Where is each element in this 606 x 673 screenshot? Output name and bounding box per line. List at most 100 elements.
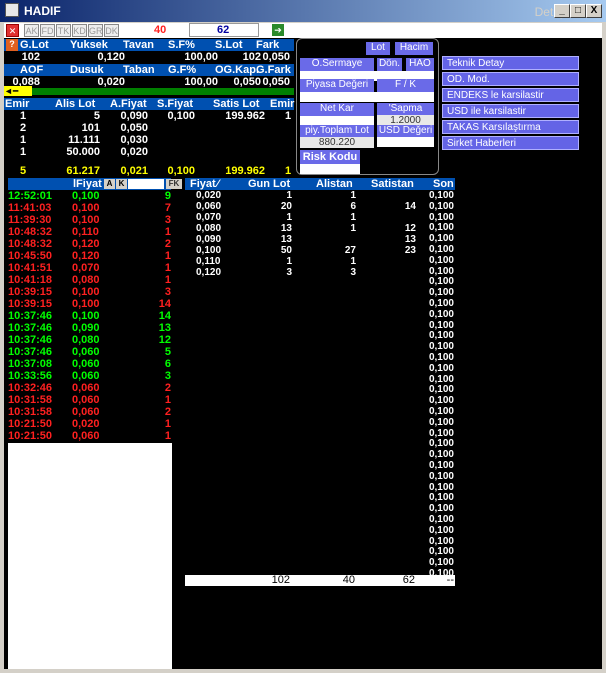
son-value: 0,100 (428, 373, 454, 385)
sort-k-button[interactable]: K (116, 179, 127, 189)
trade-row[interactable]: 10:31:58 0,060 1 (8, 394, 172, 406)
net-kar-button[interactable]: Net Kar (300, 103, 374, 116)
trade-row[interactable]: 10:32:46 0,060 2 (8, 382, 172, 394)
toolbar-tab-1[interactable]: FD (40, 24, 55, 37)
trade-row[interactable]: 12:52:01 0,100 9 (8, 190, 172, 202)
trade-time: 10:37:46 (8, 346, 53, 358)
sort-a-button[interactable]: A (104, 179, 115, 189)
son-value: 0,100 (428, 460, 454, 471)
risk-kodu-button[interactable]: Risk Kodu (300, 150, 360, 164)
fk-ratio-button[interactable]: F / K (377, 79, 434, 92)
trade-row[interactable]: 10:37:46 0,080 12 (8, 334, 172, 346)
trade-time: 11:41:03 (8, 202, 52, 214)
quote1-value-4: 102 (242, 51, 261, 63)
trade-price: 0,060 (72, 394, 100, 406)
dist-cell: 0,020 (196, 190, 222, 201)
toolbar-tab-0[interactable]: AK (24, 24, 39, 37)
arrow-left-icon[interactable]: ◄━ (4, 86, 32, 96)
dist-cell: 23 (404, 245, 416, 256)
dist-cell: 13 (404, 234, 416, 245)
close-icon[interactable]: ✕ (6, 24, 19, 37)
quote2-header-0: AOF (20, 64, 44, 76)
fk-button[interactable]: FK (166, 179, 182, 189)
trade-row[interactable]: 10:31:58 0,060 2 (8, 406, 172, 418)
piy-toplam-value: 880.220 (300, 137, 374, 148)
trade-lot: 1 (164, 430, 171, 442)
trade-lot: 14 (158, 310, 171, 322)
link-2[interactable]: ENDEKS le karsilastir (442, 88, 579, 102)
son-value: 0,100 (428, 362, 454, 374)
link-3[interactable]: USD ile karsilastir (442, 104, 579, 118)
trade-row[interactable]: 10:21:50 0,060 1 (8, 430, 172, 442)
trade-row[interactable]: 10:37:46 0,100 14 (8, 310, 172, 322)
arrow-right-icon[interactable]: ➔ (272, 24, 284, 36)
trade-row[interactable]: 11:41:03 0,100 7 (8, 202, 172, 214)
dist-header-3: Satistan (371, 178, 414, 190)
quote2-value-5: 0,050 (262, 76, 290, 88)
son-value: 0,100 (428, 481, 454, 493)
trade-price: 0,060 (72, 358, 100, 370)
link-5[interactable]: Sirket Haberleri (442, 136, 579, 150)
don-button[interactable]: Dön. (377, 58, 402, 71)
son-value: 0,100 (428, 244, 454, 255)
depth-header-2: A.Fiyat (110, 98, 147, 110)
dist-header-1: Gun Lot (248, 178, 291, 190)
hacim-button[interactable]: Hacim (395, 42, 433, 55)
link-4[interactable]: TAKAS Karsılaştırma (442, 120, 579, 134)
son-value: 0,100 (428, 352, 454, 363)
trade-row[interactable]: 10:39:15 0,100 3 (8, 286, 172, 298)
trade-row[interactable]: 10:33:56 0,060 3 (8, 370, 172, 382)
minimize-button[interactable]: _ (554, 4, 570, 18)
hao-button[interactable]: HAO (406, 58, 434, 71)
trade-row[interactable]: 10:37:08 0,060 6 (8, 358, 172, 370)
close-button[interactable]: X (586, 4, 602, 18)
son-value: 0,100 (428, 524, 454, 536)
trade-row[interactable]: 10:21:50 0,020 1 (8, 418, 172, 430)
toolbar-tab-4[interactable]: GR (88, 24, 103, 37)
depth-cell: 11.111 (68, 134, 100, 146)
lot-button[interactable]: Lot (366, 42, 390, 55)
dist-total-2: 62 (402, 574, 415, 586)
dist-cell: 3 (286, 267, 292, 278)
trade-row[interactable]: 10:41:18 0,080 1 (8, 274, 172, 286)
trade-lot: 3 (164, 286, 171, 298)
son-value: 0,100 (428, 211, 454, 223)
toolbar-tab-2[interactable]: TK (56, 24, 71, 37)
depth-header-0: Emir (5, 98, 30, 110)
trade-row[interactable]: 10:48:32 0,110 1 (8, 226, 172, 238)
link-0[interactable]: Teknik Detay (442, 56, 579, 70)
depth-cell (160, 146, 195, 158)
progress-strip: ◄━ (4, 86, 294, 96)
sort-icon[interactable]: ⁄ (217, 178, 219, 190)
quote1-value-1: 0,120 (97, 51, 125, 63)
trades-filter-input[interactable] (128, 179, 164, 189)
dist-header-0: Fiyat (190, 178, 216, 190)
trade-row[interactable]: 10:37:46 0,060 5 (8, 346, 172, 358)
trade-row[interactable]: 10:39:15 0,100 14 (8, 298, 172, 310)
risk-field (300, 164, 360, 174)
trade-row[interactable]: 10:37:46 0,090 13 (8, 322, 172, 334)
dist-cell: 0,090 (196, 234, 222, 245)
maximize-button[interactable]: □ (570, 4, 586, 18)
dist-total-1: 40 (342, 574, 355, 586)
dist-total-3: -- (446, 574, 454, 586)
trade-row[interactable]: 10:41:51 0,070 1 (8, 262, 172, 274)
quote2-header-5: G.Fark (256, 64, 291, 76)
osermaye-button[interactable]: O.Sermaye (300, 58, 374, 71)
toolbar-tab-3[interactable]: KD (72, 24, 87, 37)
trade-row[interactable]: 11:39:30 0,100 3 (8, 214, 172, 226)
trade-row[interactable]: 10:45:50 0,120 1 (8, 250, 172, 262)
trade-time: 11:39:30 (8, 214, 52, 226)
help-icon[interactable]: ? (6, 39, 18, 51)
son-value: 0,100 (428, 384, 454, 396)
trade-row[interactable]: 10:48:32 0,120 2 (8, 238, 172, 250)
toolbar-tab-5[interactable]: DK (104, 24, 119, 37)
quote1-header-1: Yuksek (70, 39, 108, 51)
son-value: 0,100 (428, 222, 454, 234)
piyasa-degeri-button[interactable]: Piyasa Değeri (300, 79, 374, 92)
trade-lot: 1 (164, 418, 171, 430)
trade-lot: 3 (164, 370, 171, 382)
link-1[interactable]: OD. Mod. (442, 72, 579, 86)
quote1-header-5: Fark (256, 39, 280, 51)
trade-price: 0,080 (72, 334, 100, 346)
